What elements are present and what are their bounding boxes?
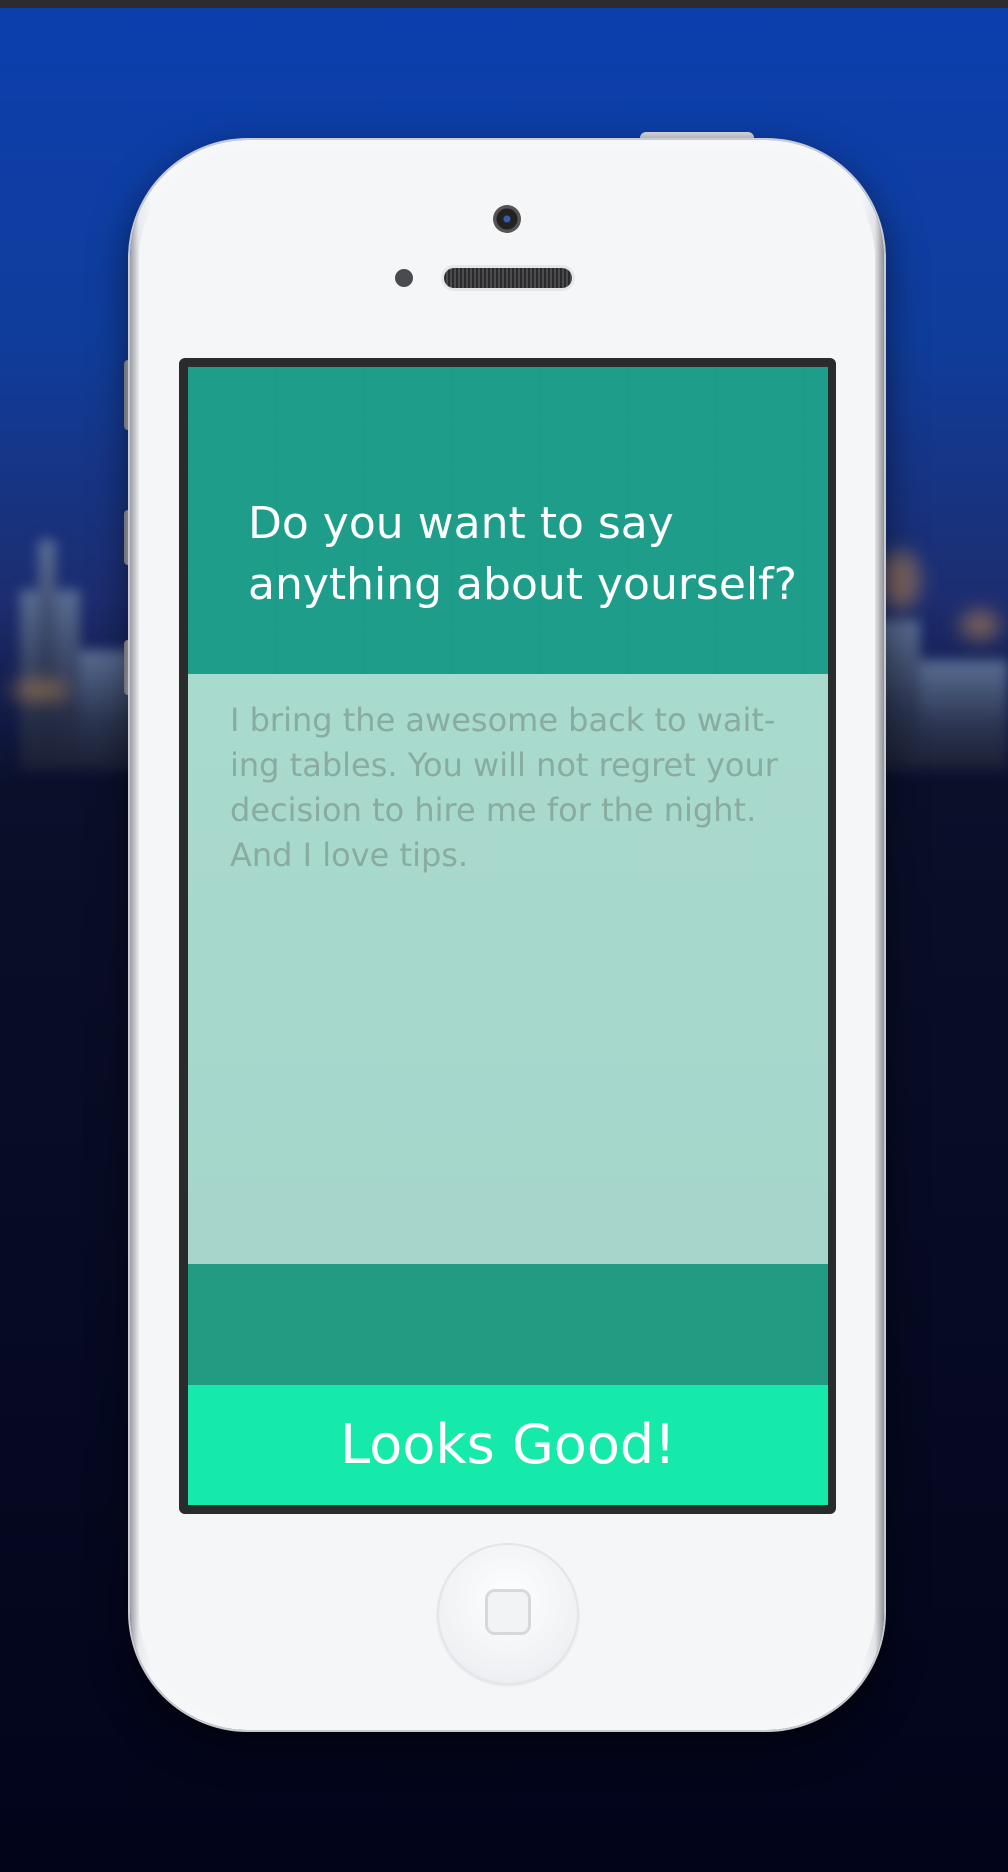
app-screen: Do you want to say anything about yourse…: [188, 367, 828, 1505]
earpiece-speaker: [444, 268, 572, 288]
spacer-band: [188, 1264, 828, 1385]
home-square-icon: [485, 1589, 531, 1635]
prompt-header: Do you want to say anything about yourse…: [188, 367, 828, 674]
prompt-title: Do you want to say anything about yourse…: [248, 493, 808, 615]
prompt-title-line-2: anything about yourself?: [248, 559, 797, 610]
about-text[interactable]: I bring the awesome back to wait-ing tab…: [230, 698, 800, 878]
prompt-title-line-1: Do you want to say: [248, 498, 674, 549]
about-text-area[interactable]: I bring the awesome back to wait-ing tab…: [188, 674, 828, 1264]
looks-good-button[interactable]: Looks Good!: [188, 1385, 828, 1505]
proximity-sensor: [395, 269, 413, 287]
home-button-icon[interactable]: [437, 1543, 579, 1685]
camera-icon: [493, 205, 521, 233]
window-top-bar: [0, 0, 1008, 8]
